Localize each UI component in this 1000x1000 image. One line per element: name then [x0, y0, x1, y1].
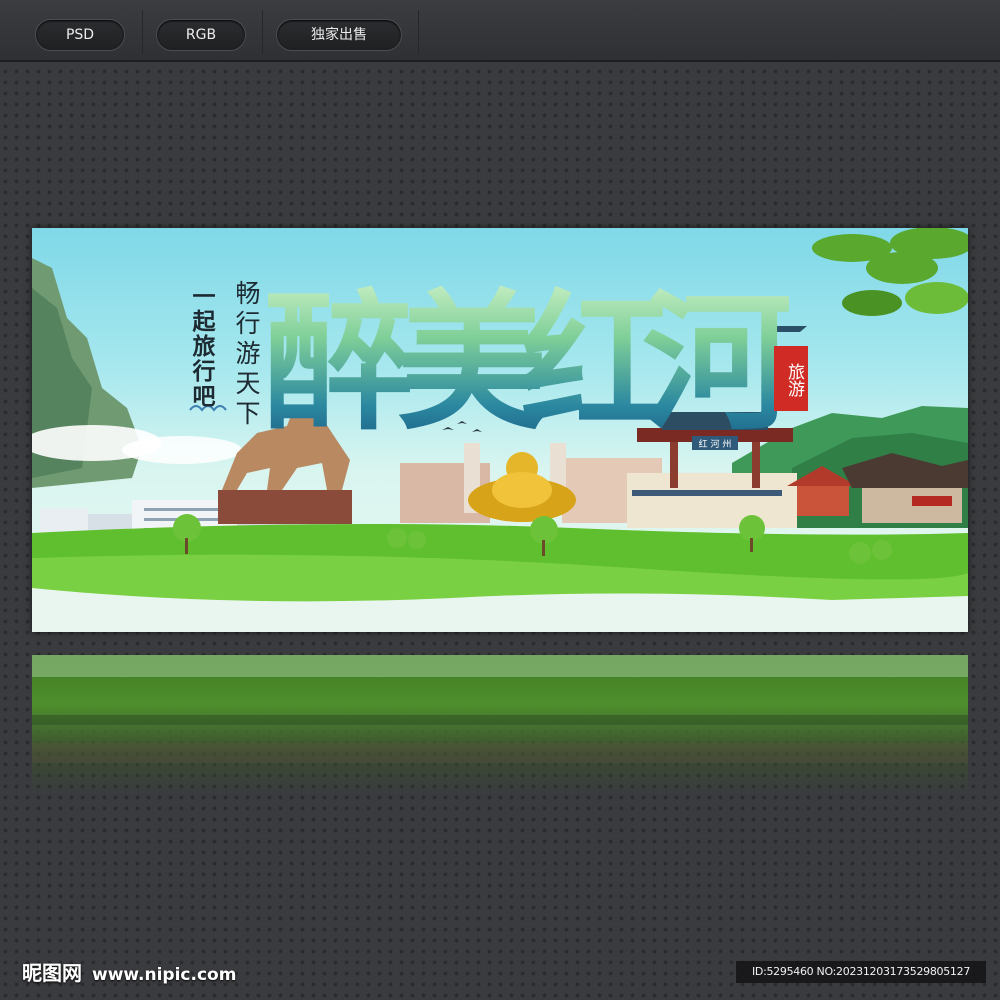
- top-toolbar: PSD RGB 独家出售: [0, 0, 1000, 62]
- reflection-shadow-band: [32, 715, 968, 725]
- poster-reflection: [32, 655, 968, 795]
- tree-branch-top-right: [812, 228, 968, 316]
- toolbar-slot-psd: PSD: [0, 10, 143, 54]
- slogan-left: 一起旅行吧: [188, 284, 215, 409]
- mid-buildings: [400, 443, 797, 528]
- reflection-building-band: [32, 743, 968, 763]
- cloud-left-2: [122, 436, 242, 464]
- title-char-1: 醉: [264, 275, 415, 451]
- site-logo[interactable]: 昵图网 www.nipic.com: [22, 961, 236, 987]
- reflection-water-band: [32, 655, 968, 677]
- logo-text: 昵图网: [22, 961, 82, 985]
- slogan-right: 畅行游天下: [232, 280, 261, 430]
- image-id-label: ID:5295460 NO:20231203173529805127: [736, 961, 986, 983]
- exclusive-sale-button[interactable]: 独家出售: [276, 19, 402, 51]
- site-url[interactable]: www.nipic.com: [92, 965, 236, 985]
- rgb-mode-button[interactable]: RGB: [156, 19, 246, 51]
- toolbar-slot-rgb: RGB: [142, 10, 263, 54]
- travel-seal-stamp: 旅游: [774, 346, 808, 411]
- title-char-4: 河: [642, 275, 793, 451]
- poster-preview: 红 河 州: [32, 228, 968, 632]
- psd-format-button[interactable]: PSD: [35, 19, 125, 51]
- statue-pedestal: [218, 490, 352, 524]
- toolbar-slot-exclusive: 独家出售: [262, 10, 419, 54]
